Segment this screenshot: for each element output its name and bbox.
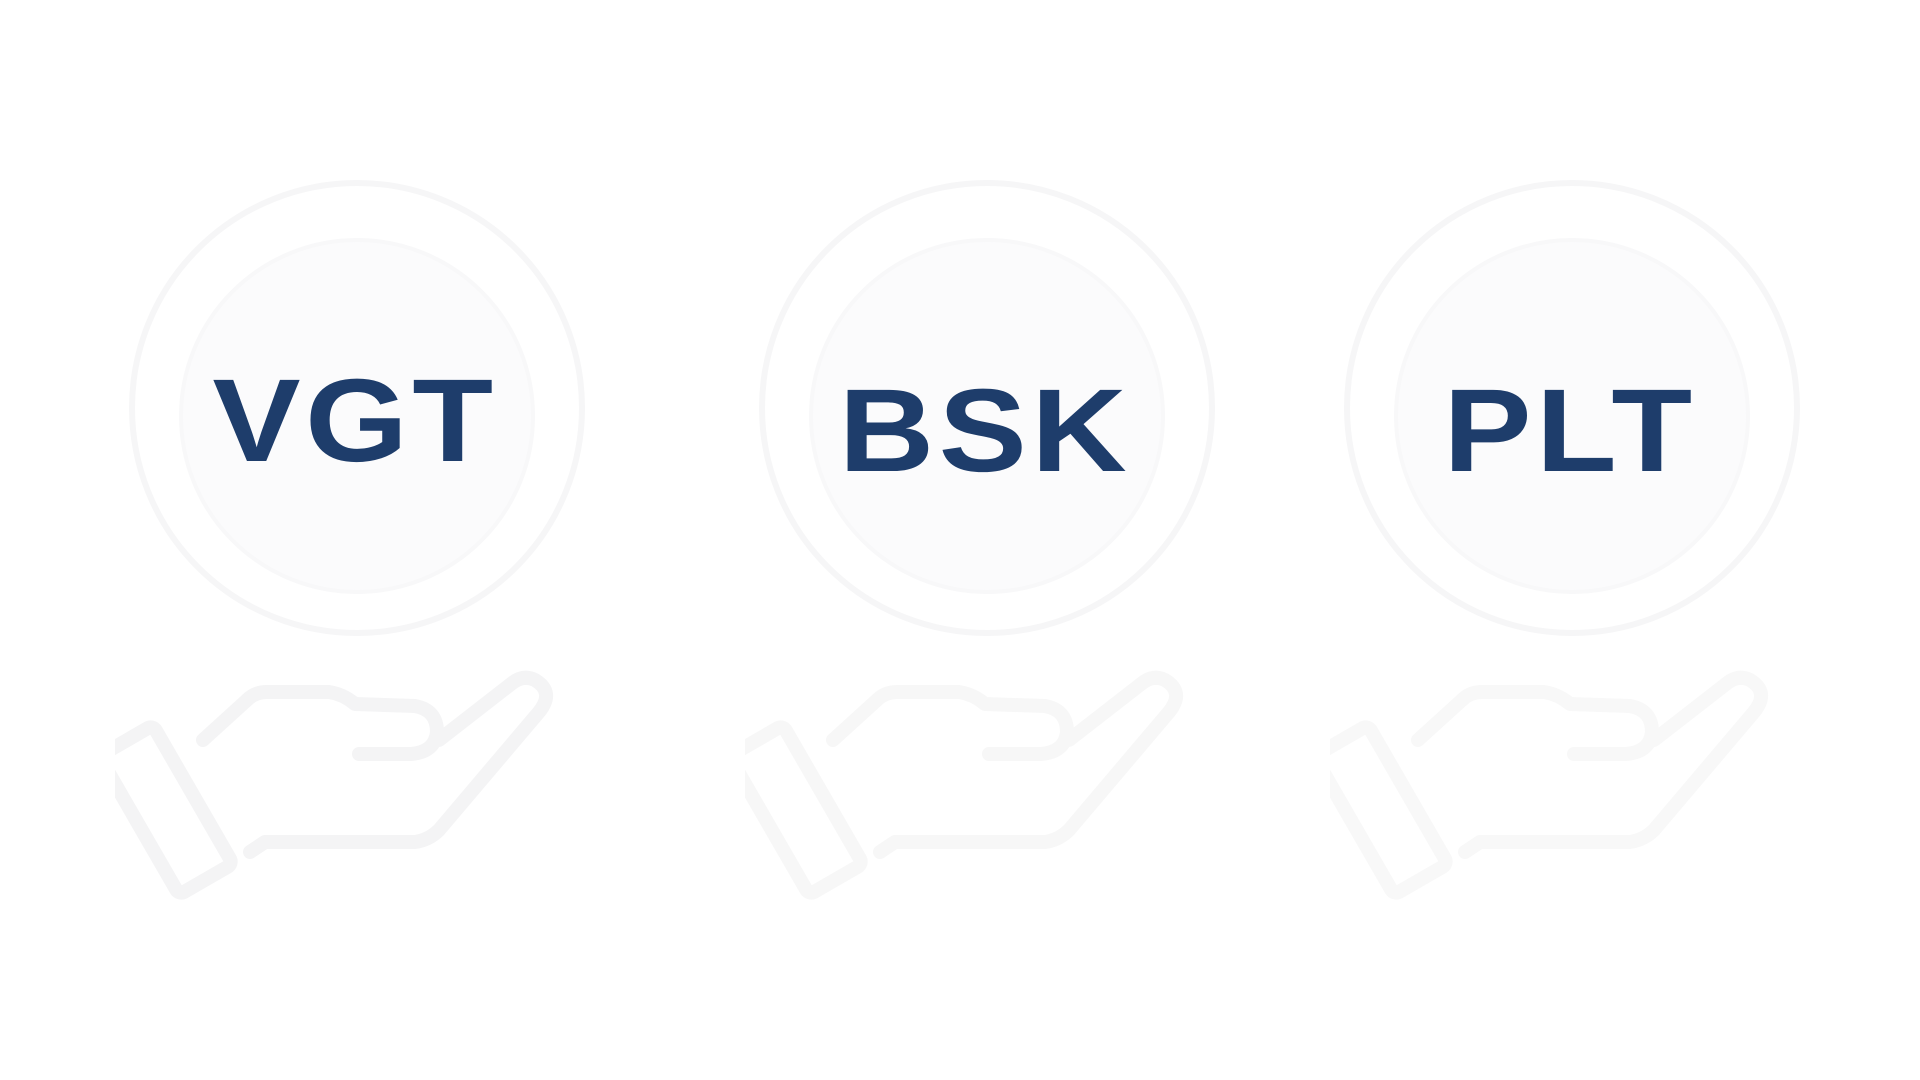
logo-label: BSK: [838, 365, 1132, 497]
logo-vgt: VGT: [115, 180, 595, 920]
hand-icon: [745, 640, 1225, 900]
logo-label: PLT: [1443, 365, 1697, 497]
logo-stage: VGT BSK PLT: [0, 0, 1920, 1080]
logo-label: VGT: [212, 355, 498, 487]
hand-icon: [1330, 640, 1810, 900]
logo-bsk: BSK: [745, 180, 1225, 920]
hand-icon: [115, 640, 595, 900]
logo-plt: PLT: [1330, 180, 1810, 920]
